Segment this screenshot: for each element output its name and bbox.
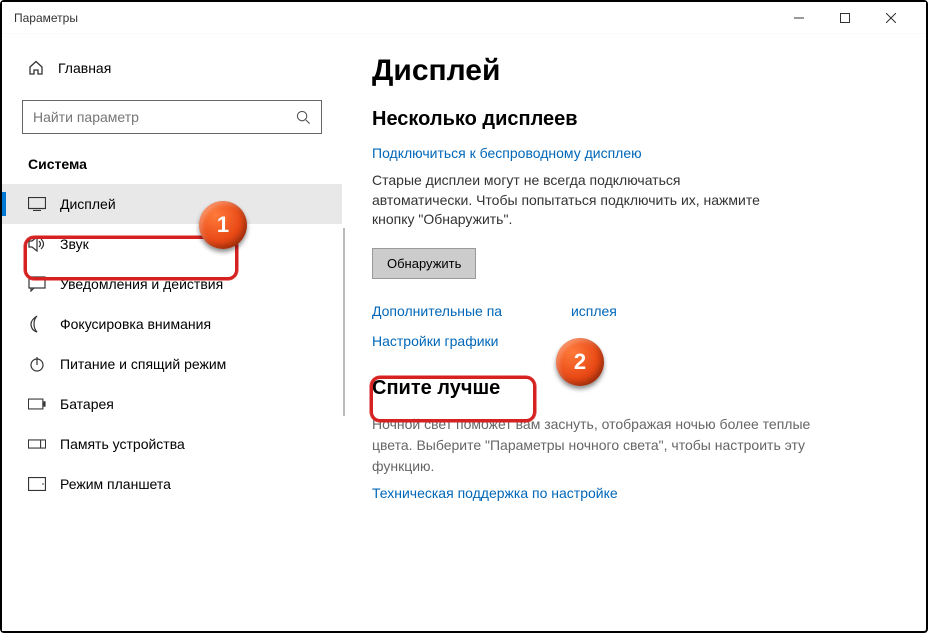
sidebar-item-focus[interactable]: Фокусировка внимания bbox=[2, 304, 342, 344]
home-icon bbox=[28, 60, 44, 76]
content-area: Главная Система Дисплей Звук bbox=[2, 34, 926, 631]
sidebar-item-notifications[interactable]: Уведомления и действия bbox=[2, 264, 342, 304]
search-input[interactable] bbox=[33, 109, 296, 125]
main-panel: Дисплей Несколько дисплеев Подключиться … bbox=[342, 34, 926, 631]
storage-icon bbox=[28, 435, 46, 453]
multi-displays-heading: Несколько дисплеев bbox=[372, 108, 896, 131]
section-label: Система bbox=[2, 156, 342, 172]
notifications-icon bbox=[28, 275, 46, 293]
power-icon bbox=[28, 355, 46, 373]
window-controls bbox=[776, 2, 914, 34]
old-displays-text: Старые дисплеи могут не всегда подключат… bbox=[372, 171, 782, 230]
titlebar: Параметры bbox=[2, 2, 926, 34]
battery-icon bbox=[28, 395, 46, 413]
tablet-icon bbox=[28, 475, 46, 493]
annotation-badge-1: 1 bbox=[199, 201, 247, 249]
sidebar-item-label: Дисплей bbox=[60, 196, 116, 212]
sidebar-item-label: Питание и спящий режим bbox=[60, 356, 226, 372]
graphics-settings-link[interactable]: Настройки графики bbox=[372, 333, 896, 349]
focus-icon bbox=[28, 315, 46, 333]
sidebar-item-battery[interactable]: Батарея bbox=[2, 384, 342, 424]
home-label: Главная bbox=[58, 60, 111, 76]
close-button[interactable] bbox=[868, 2, 914, 34]
settings-window: Параметры Главная bbox=[0, 0, 928, 633]
sidebar: Главная Система Дисплей Звук bbox=[2, 34, 342, 631]
search-box[interactable] bbox=[22, 100, 322, 134]
sidebar-item-power[interactable]: Питание и спящий режим bbox=[2, 344, 342, 384]
home-nav-item[interactable]: Главная bbox=[2, 52, 342, 84]
display-icon bbox=[28, 195, 46, 213]
scroll-indicator[interactable] bbox=[343, 228, 345, 416]
maximize-button[interactable] bbox=[822, 2, 868, 34]
sidebar-item-label: Батарея bbox=[60, 396, 114, 412]
wireless-display-link[interactable]: Подключиться к беспроводному дисплею bbox=[372, 145, 896, 161]
sidebar-item-label: Режим планшета bbox=[60, 476, 171, 492]
search-icon bbox=[296, 110, 311, 125]
sleep-better-text: Ночной свет поможет вам заснуть, отображ… bbox=[372, 414, 812, 477]
window-title: Параметры bbox=[14, 11, 78, 25]
sound-icon bbox=[28, 235, 46, 253]
sidebar-item-tablet[interactable]: Режим планшета bbox=[2, 464, 342, 504]
minimize-button[interactable] bbox=[776, 2, 822, 34]
sidebar-item-storage[interactable]: Память устройства bbox=[2, 424, 342, 464]
sidebar-item-label: Уведомления и действия bbox=[60, 276, 223, 292]
sidebar-item-label: Память устройства bbox=[60, 436, 185, 452]
sidebar-item-sound[interactable]: Звук bbox=[2, 224, 342, 264]
page-title: Дисплей bbox=[372, 54, 896, 88]
sidebar-item-display[interactable]: Дисплей bbox=[2, 184, 342, 224]
detect-button[interactable]: Обнаружить bbox=[372, 248, 476, 279]
annotation-badge-2: 2 bbox=[556, 338, 604, 386]
support-link[interactable]: Техническая поддержка по настройке bbox=[372, 485, 896, 501]
sidebar-item-label: Звук bbox=[60, 236, 89, 252]
sleep-better-heading: Спите лучше bbox=[372, 377, 896, 400]
advanced-display-link[interactable]: Дополнительные параметры дисплея bbox=[372, 303, 896, 319]
sidebar-item-label: Фокусировка внимания bbox=[60, 316, 211, 332]
